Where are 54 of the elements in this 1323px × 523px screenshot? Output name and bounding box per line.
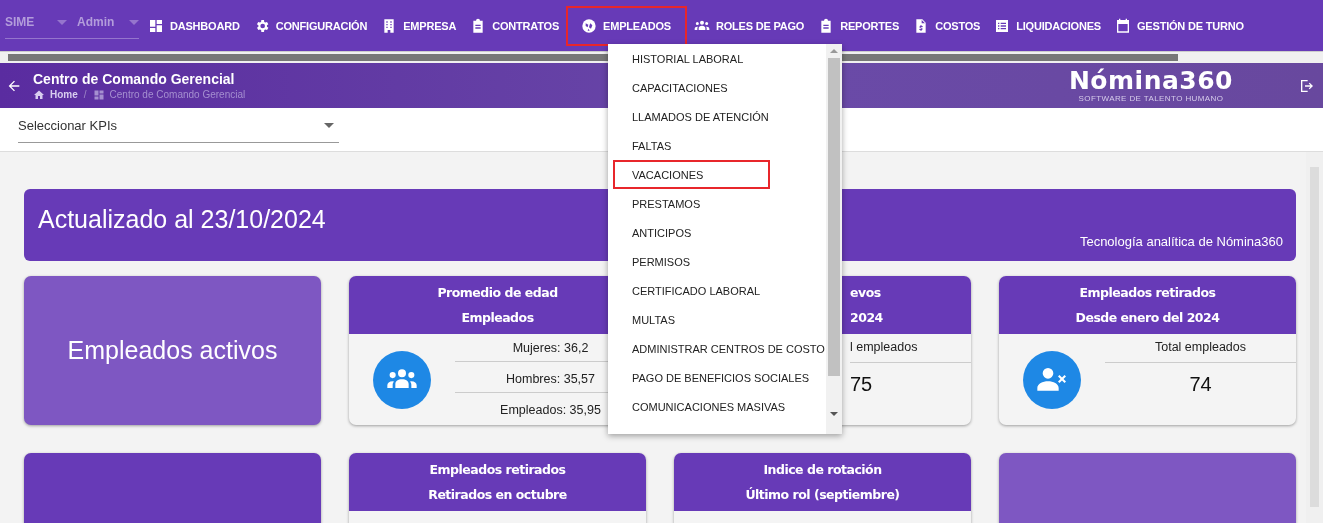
card-heading: 2024 (850, 310, 883, 325)
caret-icon (129, 19, 139, 25)
card-heading: Indice de rotación (763, 462, 882, 477)
calendar-icon (1115, 17, 1131, 34)
menu-item[interactable]: FALTAS (613, 131, 770, 160)
list-icon (994, 17, 1011, 34)
banner-caption: Tecnología analítica de Nómina360 (1079, 234, 1283, 249)
card-heading: Retirados en octubre (428, 487, 567, 502)
menu-item[interactable]: LLAMADOS DE ATENCIÓN (613, 102, 781, 131)
menu-item[interactable]: COMUNICACIONES MASIVAS (613, 392, 798, 421)
nav-menu-item[interactable]: CONTRATOS (463, 5, 567, 46)
nav-menu-item[interactable]: DASHBOARD (141, 5, 247, 46)
nav-menu-item[interactable]: ROLES DE PAGO (686, 5, 812, 46)
banner-title: Actualizado al 23/10/2024 (38, 205, 326, 234)
card-heading: Empleados retirados (429, 462, 566, 477)
card-heading: Desde enero del 2024 (1075, 310, 1220, 325)
card-heading: Empleados (461, 310, 534, 325)
page-title: Centro de Comando Gerencial (33, 70, 236, 87)
menu-item[interactable]: CAPACITACIONES (613, 73, 770, 102)
card-heading: Último rol (septiembre) (745, 487, 900, 502)
card-heading: Promedio de edad (437, 285, 558, 300)
nav-menu-item[interactable]: EMPRESA (374, 5, 464, 46)
globe-icon (581, 17, 598, 34)
logout-icon[interactable] (1299, 77, 1315, 94)
breadcrumb-separator: / (83, 89, 87, 100)
nav-menu-item[interactable]: LIQUIDACIONES (987, 5, 1108, 46)
menu-scrollbar[interactable] (826, 44, 842, 434)
nav-menu-item[interactable]: CONFIGURACIÓN (246, 5, 375, 46)
menu-item[interactable]: PRESTAMOS (613, 189, 770, 218)
caret-icon (324, 123, 334, 128)
card-heading: Empleados retirados (1079, 285, 1216, 300)
nav-menu-item[interactable]: GESTIÓN DE TURNO (1108, 5, 1251, 46)
stat-value: 74 (1188, 372, 1213, 396)
card-heading: evos (850, 285, 881, 300)
nav-menu-item[interactable]: COSTOS (906, 5, 988, 46)
menu-item[interactable]: CERTIFICADO LABORAL (613, 276, 773, 305)
kpi-select-field[interactable]: Seleccionar KPIs (18, 109, 339, 143)
menu-item[interactable]: HISTORIAL LABORAL (613, 44, 770, 73)
dashboard-icon (92, 88, 105, 101)
logo-tagline: SOFTWARE DE TALENTO HUMANO (1078, 94, 1224, 103)
logo-wordmark: Nómina360 (1068, 68, 1233, 94)
stat-label: l empleados (850, 340, 971, 363)
home-icon (33, 88, 45, 101)
caret-icon (57, 19, 67, 25)
menu-item[interactable]: MULTAS (613, 305, 770, 334)
nav-menu-item[interactable]: REPORTES (811, 5, 907, 46)
menu-item[interactable]: VACACIONES (613, 160, 770, 189)
menu-item[interactable]: ANTICIPOS (613, 218, 770, 247)
card-title: Empleados activos (67, 336, 278, 365)
stat-value: 75 (850, 372, 874, 396)
dashboard-icon (148, 17, 164, 34)
breadcrumb-link[interactable]: Home (33, 88, 78, 101)
stat-label: Total empleados (1105, 340, 1296, 363)
menu-item[interactable]: PERMISOS (613, 247, 770, 276)
